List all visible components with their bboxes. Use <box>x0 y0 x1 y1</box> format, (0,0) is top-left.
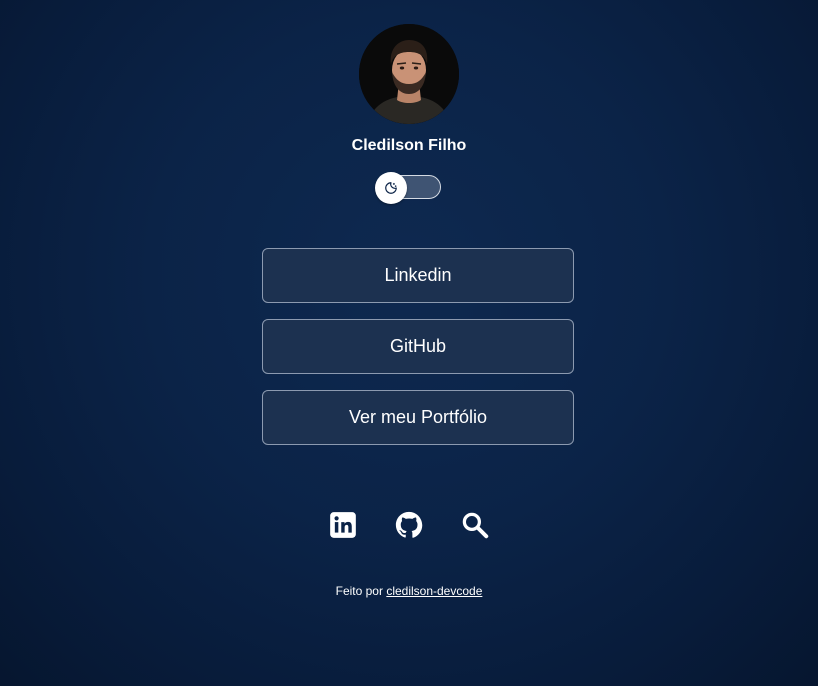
github-icon <box>395 511 423 538</box>
linkedin-button[interactable]: Linkedin <box>262 248 574 303</box>
link-list: Linkedin GitHub Ver meu Portfólio <box>262 248 574 461</box>
search-social-link[interactable] <box>460 510 490 540</box>
github-button[interactable]: GitHub <box>262 319 574 374</box>
theme-toggle-knob[interactable] <box>375 172 407 204</box>
author-link[interactable]: cledilson-devcode <box>386 584 482 598</box>
profile-name: Cledilson Filho <box>351 137 467 154</box>
portfolio-button[interactable]: Ver meu Portfólio <box>262 390 574 445</box>
linkedin-icon <box>330 512 356 538</box>
linkedin-social-link[interactable] <box>328 510 358 540</box>
github-social-link[interactable] <box>394 510 424 540</box>
footer: Feito por cledilson-devcode <box>0 583 818 599</box>
social-icons <box>0 510 818 540</box>
profile-section: Cledilson Filho <box>0 24 818 204</box>
avatar-photo <box>359 24 459 124</box>
moon-sun-icon <box>385 182 397 194</box>
search-icon <box>462 512 489 539</box>
avatar <box>359 24 459 124</box>
theme-toggle[interactable] <box>375 172 441 204</box>
footer-prefix: Feito por <box>335 584 383 598</box>
